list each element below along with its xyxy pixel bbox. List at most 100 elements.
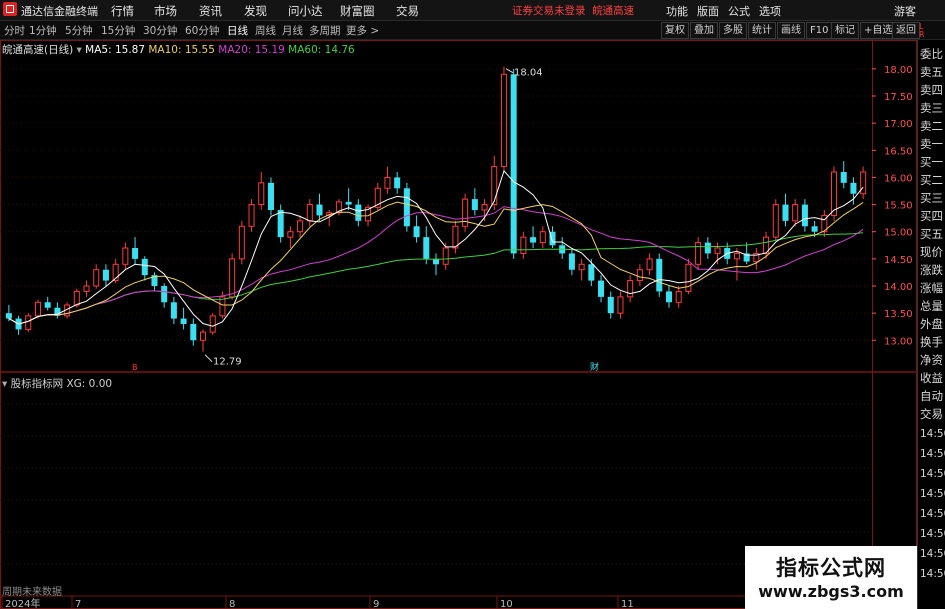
- candle-body: [860, 171, 867, 195]
- candle-body: [384, 176, 391, 189]
- period-5min[interactable]: 5分钟: [65, 23, 93, 38]
- mark-button[interactable]: 标记: [831, 22, 859, 39]
- candle-body: [423, 237, 430, 259]
- candle-body: [500, 73, 507, 168]
- quote-label-16: 换手: [920, 335, 943, 349]
- fuquan-button[interactable]: 复权: [661, 22, 689, 39]
- menu-item-xuanxiang[interactable]: 选项: [759, 3, 781, 19]
- quote-label-1: 卖五: [920, 65, 943, 79]
- menu-item-wenxiaoda[interactable]: 问小达: [288, 3, 323, 19]
- candle-body: [656, 258, 663, 292]
- candle-body: [510, 74, 517, 254]
- time-tick-label: 11: [621, 599, 634, 609]
- period-60min[interactable]: 60分钟: [185, 23, 219, 38]
- kline-chart[interactable]: 18.00 17.50 17.00 16.50 16.00 15.50 15.00 14.50…: [0, 40, 917, 609]
- chart-legend: 皖通高速(日线) ▾ MA5: 15.87 MA10: 15.55 MA20: …: [2, 42, 355, 57]
- candle-body: [588, 264, 595, 281]
- candle-body: [161, 286, 168, 303]
- chart-frame: [0, 40, 917, 609]
- guest-user-label[interactable]: 游客: [894, 3, 916, 19]
- quote-label-0: 委比: [920, 47, 943, 61]
- candle-body: [345, 201, 352, 205]
- period-weekly[interactable]: 周线: [255, 23, 276, 38]
- trade-time-1: 14:50: [920, 448, 945, 460]
- ma20-label: MA20: 15.19: [218, 44, 285, 56]
- menu-item-shichang[interactable]: 市场: [154, 3, 177, 19]
- candle-body: [34, 301, 41, 317]
- draw-line-button[interactable]: 画线: [777, 22, 805, 39]
- menu-item-gongshi[interactable]: 公式: [728, 3, 750, 19]
- quote-label-14: 总量: [920, 299, 943, 313]
- candle-body: [782, 204, 789, 221]
- login-notice[interactable]: 证券交易未登录 皖通高速: [512, 3, 634, 18]
- time-tick-label: 2024年: [5, 597, 40, 609]
- period-toolbar: 分时 1分钟 5分钟 15分钟 30分钟 60分钟 日线 周线 月线 多周期 更…: [0, 21, 945, 40]
- candle-body: [190, 324, 197, 341]
- candle-body: [297, 220, 304, 233]
- candle-body: [801, 204, 808, 227]
- trade-time-3: 14:50: [920, 488, 945, 500]
- quote-label-11: 现价: [920, 245, 943, 259]
- settings-icon[interactable]: ▾: [77, 44, 82, 56]
- candle-body: [83, 285, 90, 292]
- menu-item-banmian[interactable]: 版面: [697, 3, 719, 19]
- period-30min[interactable]: 30分钟: [143, 23, 177, 38]
- multi-stock-button[interactable]: 多股: [719, 22, 747, 39]
- candle-body: [200, 331, 207, 341]
- trade-time-6: 14:50: [920, 548, 945, 560]
- overlay-button[interactable]: 叠加: [690, 22, 718, 39]
- candle-body: [102, 269, 109, 281]
- watermark-title: 指标公式网: [776, 556, 886, 580]
- candle-body: [704, 242, 711, 254]
- quote-label-3: 卖三: [920, 101, 943, 115]
- price-tick-label: 18.00: [884, 65, 913, 76]
- time-tick-label: 8: [229, 599, 235, 609]
- period-15min[interactable]: 15分钟: [101, 23, 135, 38]
- period-multi[interactable]: 多周期: [309, 23, 341, 38]
- quote-label-20: 交易: [920, 407, 943, 421]
- f10-button[interactable]: F10: [806, 22, 833, 39]
- candle-body: [209, 315, 216, 333]
- period-1min[interactable]: 1分钟: [29, 23, 57, 38]
- candle-body: [685, 263, 692, 292]
- candle-body: [93, 269, 100, 287]
- candle-body: [267, 182, 274, 210]
- lr-indicator: LR: [919, 22, 925, 39]
- period-more[interactable]: 更多 >: [346, 23, 379, 38]
- stats-button[interactable]: 统计: [748, 22, 776, 39]
- price-tick-label: 13.50: [884, 309, 913, 320]
- menu-item-faxian[interactable]: 发现: [244, 3, 267, 19]
- menu-item-zixun[interactable]: 资讯: [199, 3, 222, 19]
- period-monthly[interactable]: 月线: [282, 23, 303, 38]
- candle-body: [598, 280, 605, 297]
- app-title: 通达信金融终端: [21, 5, 98, 18]
- back-button[interactable]: 返回: [892, 22, 920, 39]
- candle-body: [170, 302, 177, 319]
- watermark-url: www.zbgs3.com: [758, 582, 904, 601]
- high-pointer: [505, 68, 514, 74]
- add-favorite-button[interactable]: +自选: [860, 22, 897, 39]
- menu-item-jiaoyi[interactable]: 交易: [396, 3, 419, 19]
- candle-body: [607, 296, 614, 314]
- menu-item-hangqing[interactable]: 行情: [111, 3, 134, 19]
- low-pointer: [204, 354, 213, 363]
- ma10-label: MA10: 15.55: [148, 44, 215, 56]
- menu-item-caifuquan[interactable]: 财富圈: [340, 3, 375, 19]
- indicator-toggle-icon[interactable]: ▾: [2, 378, 7, 390]
- candle-body: [355, 204, 362, 221]
- candle-body: [229, 258, 236, 298]
- period-fenshi[interactable]: 分时: [4, 23, 25, 38]
- quote-label-18: 收益: [920, 371, 943, 385]
- candle-body: [850, 182, 857, 194]
- menu-item-gongneng[interactable]: 功能: [666, 3, 688, 19]
- candle-body: [277, 210, 284, 238]
- candle-body: [646, 258, 653, 271]
- watermark: 指标公式网 www.zbgs3.com: [745, 546, 917, 609]
- trade-time-5: 14:50: [920, 528, 945, 540]
- candle-body: [539, 231, 546, 244]
- candle-body: [403, 188, 410, 227]
- period-daily[interactable]: 日线: [227, 23, 248, 38]
- footer-note: 周期未来数据: [2, 587, 62, 598]
- indicator-name[interactable]: 股标指标网: [11, 378, 64, 390]
- time-tick-label: 9: [373, 599, 379, 609]
